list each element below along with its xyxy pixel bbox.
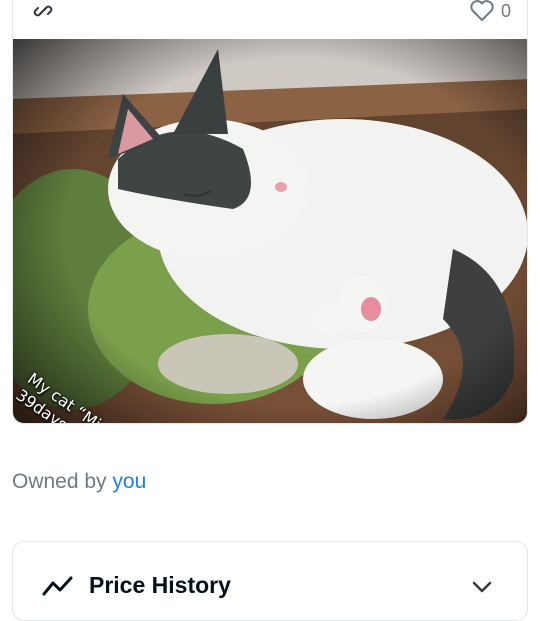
trend-icon — [41, 574, 75, 598]
like-count: 0 — [500, 0, 511, 21]
chevron-down-icon[interactable] — [471, 580, 493, 594]
link-icon[interactable] — [31, 0, 55, 23]
nft-card: 0 My cat 39days — [12, 0, 528, 424]
price-history-header[interactable]: Price History — [41, 572, 231, 599]
heart-icon[interactable] — [469, 0, 495, 23]
price-history-panel[interactable]: Price History — [12, 541, 528, 621]
owned-by-label: Owned by — [12, 470, 113, 493]
price-history-title: Price History — [89, 572, 231, 598]
favorite-button[interactable]: 0 — [469, 0, 511, 23]
owner-link[interactable]: you — [112, 470, 146, 493]
nft-image[interactable]: My cat “Miumiu” 39days old — [13, 39, 527, 423]
card-header: 0 — [13, 0, 527, 39]
owned-by-text: Owned by you — [12, 470, 146, 494]
